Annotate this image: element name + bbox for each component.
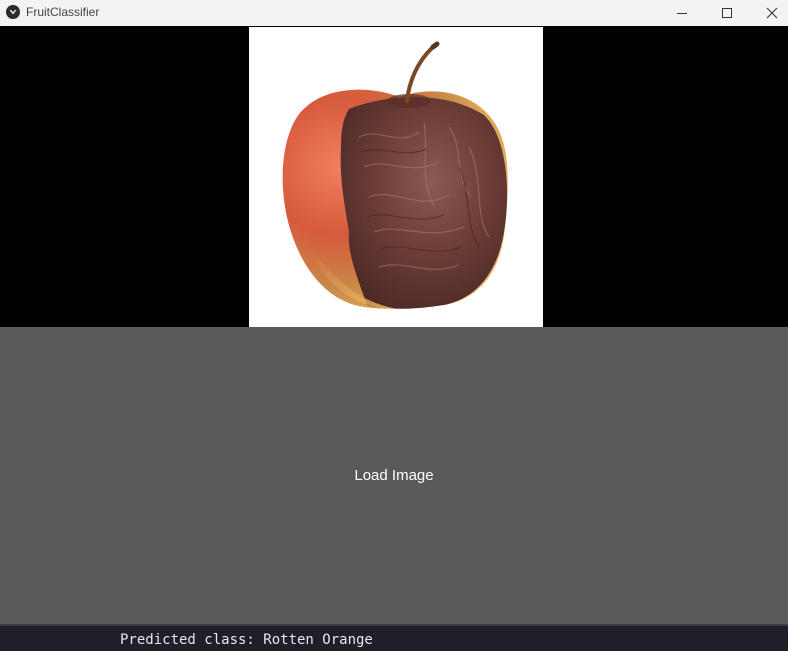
minimize-button[interactable]: [659, 0, 705, 26]
close-icon: [766, 7, 778, 19]
window-title: FruitClassifier: [26, 5, 100, 19]
load-image-button[interactable]: Load Image: [0, 327, 788, 624]
maximize-icon: [722, 8, 732, 18]
load-image-label: Load Image: [354, 467, 434, 484]
image-display-area: [0, 27, 788, 327]
terminal-border: [0, 624, 788, 626]
app-logo-icon: [6, 5, 20, 19]
maximize-button[interactable]: [704, 0, 750, 26]
prediction-output: Predicted class: Rotten Orange: [120, 632, 373, 648]
app-window: FruitClassifier Load Image Predicted cla…: [0, 0, 788, 651]
loaded-image: [249, 27, 543, 327]
rotten-apple-image: [249, 27, 543, 327]
title-bar[interactable]: FruitClassifier: [0, 0, 788, 26]
close-button[interactable]: [749, 0, 788, 26]
minimize-icon: [677, 13, 687, 14]
terminal-output-panel: Predicted class: Rotten Orange: [0, 624, 788, 651]
